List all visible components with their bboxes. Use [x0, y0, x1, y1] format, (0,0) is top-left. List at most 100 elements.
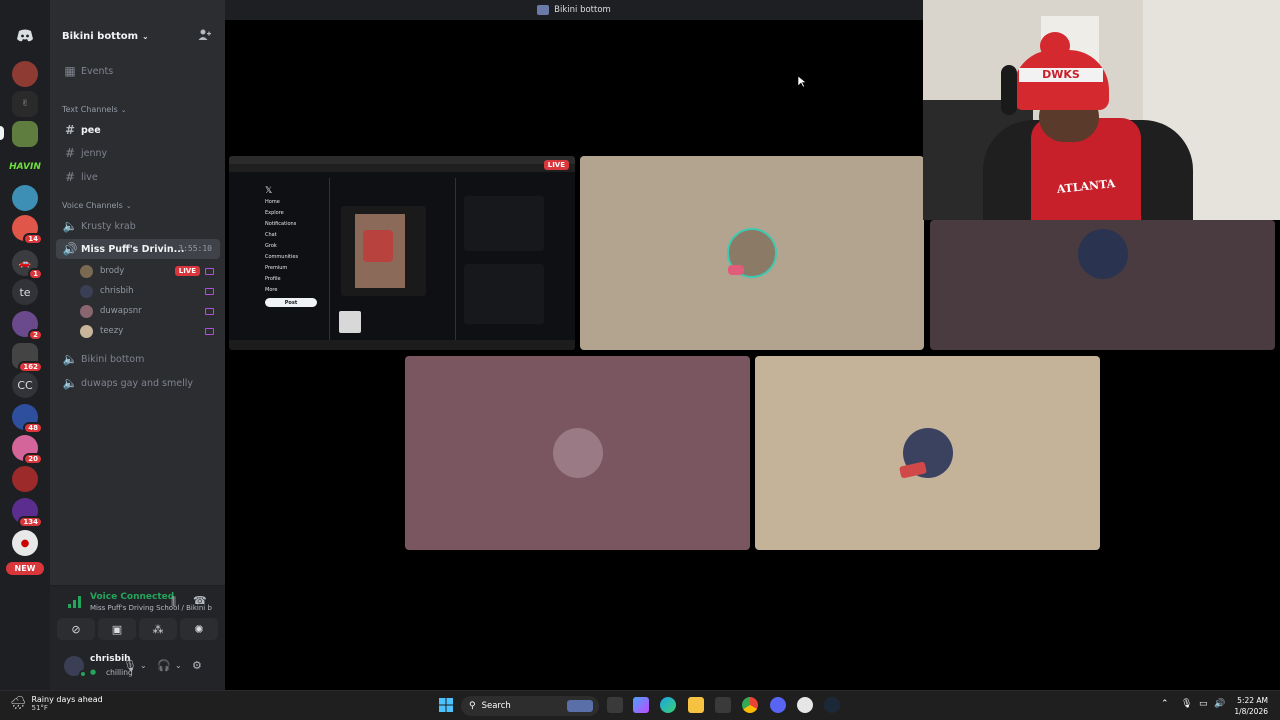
screen-share-icon: ▣	[111, 622, 123, 636]
screen: ✌ HAVIN 14 🚗 1 te 2 162 CC 48 20 134 ● NE…	[0, 0, 1280, 720]
task-view-icon[interactable]	[607, 697, 623, 713]
file-explorer-icon[interactable]	[688, 697, 704, 713]
server-avatar-purple2[interactable]: 134	[12, 498, 43, 528]
signal-icon[interactable]	[68, 596, 82, 608]
server-te[interactable]: te	[12, 279, 38, 305]
voice-channel-duwaps[interactable]: 🔈 duwaps gay and smelly	[56, 373, 220, 393]
webcam-headset	[1001, 65, 1017, 115]
channel-icon	[537, 5, 550, 15]
copilot-icon[interactable]	[633, 697, 649, 713]
share-nav-communities: Communities	[265, 254, 299, 260]
speaker-icon: 🔈	[62, 352, 78, 366]
activities-button[interactable]: ⁂	[139, 618, 177, 640]
windows-start-icon[interactable]	[438, 697, 454, 713]
server-avatar-mix[interactable]: 162	[12, 343, 43, 373]
server-avatar-game[interactable]	[12, 185, 38, 211]
share-nav-notifications: Notifications	[265, 221, 297, 227]
voice-channel-krusty-krab[interactable]: 🔈 Krusty krab	[56, 216, 220, 236]
taskbar-search[interactable]: ⚲ Search	[461, 696, 599, 716]
discord-home-icon[interactable]	[12, 23, 38, 49]
webcam-pompom	[1040, 32, 1070, 60]
server-car[interactable]: 🚗 1	[12, 250, 43, 280]
voice-status: Voice Connected	[90, 592, 175, 602]
stream-icon	[205, 287, 214, 295]
weather-widget[interactable]: 🌧 Rainy days ahead 51°F	[10, 695, 103, 712]
speaker-tray-icon[interactable]: 🔊	[1214, 699, 1225, 709]
chevron-up-icon[interactable]: ⌃	[1161, 699, 1169, 709]
server-havin[interactable]: HAVIN	[9, 154, 41, 180]
speaker-icon: 🔈	[62, 219, 78, 233]
channel-live[interactable]: # live	[56, 167, 220, 187]
share-nav-more: More	[265, 287, 278, 293]
user-panel: chrisbih ● chilling 🎙 ⌄ 🎧 ⌄ ⚙	[50, 645, 225, 690]
app-icon[interactable]	[797, 697, 813, 713]
hash-icon: #	[64, 170, 76, 184]
edge-icon[interactable]	[660, 697, 676, 713]
add-friend-icon[interactable]	[197, 28, 211, 42]
server-avatar-pixel[interactable]	[12, 121, 38, 147]
voice-channels-category[interactable]: Voice Channels ⌄	[62, 201, 132, 210]
disconnect-icon[interactable]: ☎	[193, 594, 207, 607]
server-avatar-purple[interactable]: 2	[12, 311, 43, 341]
server-cc[interactable]: CC	[12, 372, 38, 398]
voice-member-brody[interactable]: brody LIVE	[80, 262, 220, 280]
server-avatar-santa[interactable]: ●	[12, 530, 38, 556]
window-title: Bikini bottom	[554, 5, 611, 15]
noise-suppression-icon[interactable]: ⫼	[171, 595, 176, 609]
server-rail: ✌ HAVIN 14 🚗 1 te 2 162 CC 48 20 134 ● NE…	[0, 0, 50, 690]
channel-jenny[interactable]: # jenny	[56, 143, 220, 163]
server-avatar-red[interactable]	[12, 61, 38, 87]
live-badge: LIVE	[543, 160, 569, 170]
screen-share-tile[interactable]: 𝕏 Home Explore Notifications Chat Grok C…	[229, 156, 575, 350]
share-nav-explore: Explore	[265, 210, 284, 216]
participant-tile[interactable]	[755, 356, 1100, 550]
soundboard-button[interactable]: ✺	[180, 618, 218, 640]
chevron-down-icon[interactable]: ⌄	[175, 661, 182, 670]
server-avatar-redblack[interactable]	[12, 466, 38, 492]
gear-icon[interactable]: ⚙	[192, 659, 202, 672]
share-nav-grok: Grok	[265, 243, 277, 249]
text-channels-category[interactable]: Text Channels ⌄	[62, 105, 127, 114]
screen-share-button[interactable]: ▣	[98, 618, 136, 640]
participant-tile[interactable]	[930, 220, 1275, 350]
custom-status-icon: ●	[90, 668, 97, 676]
steam-icon[interactable]	[824, 697, 840, 713]
activities-icon: ⁂	[152, 622, 164, 636]
network-icon[interactable]: ▭	[1199, 699, 1208, 709]
headphones-icon[interactable]: 🎧	[157, 659, 171, 672]
avatar	[80, 324, 93, 338]
channel-pee[interactable]: # pee	[56, 120, 220, 140]
stream-icon	[205, 327, 214, 335]
camera-off-button[interactable]: ⊘	[57, 618, 95, 640]
share-taskbar	[229, 340, 575, 350]
server-header[interactable]: Bikini bottom ⌄	[50, 22, 225, 50]
server-avatar-colorful[interactable]: 14	[12, 215, 43, 245]
voice-member-teezy[interactable]: teezy	[80, 322, 220, 340]
microphone-tray-icon[interactable]: 🎙	[1181, 699, 1192, 709]
microphone-icon[interactable]: 🎙	[123, 659, 137, 672]
voice-channel-miss-puffs[interactable]: 🔊 Miss Puff's Drivin... 3:55:10	[56, 239, 220, 259]
share-nav-premium: Premium	[265, 265, 288, 271]
chevron-down-icon[interactable]: ⌄	[140, 661, 147, 670]
chevron-down-icon: ⌄	[142, 31, 149, 41]
discord-app-icon[interactable]	[770, 697, 786, 713]
participant-tile[interactable]	[405, 356, 750, 550]
events-link[interactable]: ▦ Events	[56, 61, 220, 81]
chrome-icon[interactable]	[742, 697, 758, 713]
avatar	[80, 284, 93, 298]
participant-tile[interactable]	[580, 156, 924, 350]
voice-member-chrisbih[interactable]: chrisbih	[80, 282, 220, 300]
server-avatar-pink[interactable]: 20	[12, 435, 43, 465]
system-clock[interactable]: 5:22 AM 1/8/2026	[1234, 695, 1268, 717]
online-status-dot	[79, 670, 87, 678]
stream-icon	[205, 307, 214, 315]
calendar-icon: ▦	[64, 64, 76, 78]
server-avatar-blue[interactable]: 48	[12, 404, 43, 434]
avatar	[552, 428, 603, 478]
voice-channel-bikini-bottom[interactable]: 🔈 Bikini bottom	[56, 349, 220, 369]
voice-member-duwapsnr[interactable]: duwapsnr	[80, 302, 220, 320]
server-avatar-dark[interactable]: ✌	[12, 91, 38, 117]
chevron-down-icon: ⌄	[120, 105, 127, 114]
new-badge[interactable]: NEW	[6, 562, 44, 575]
store-icon[interactable]	[715, 697, 731, 713]
